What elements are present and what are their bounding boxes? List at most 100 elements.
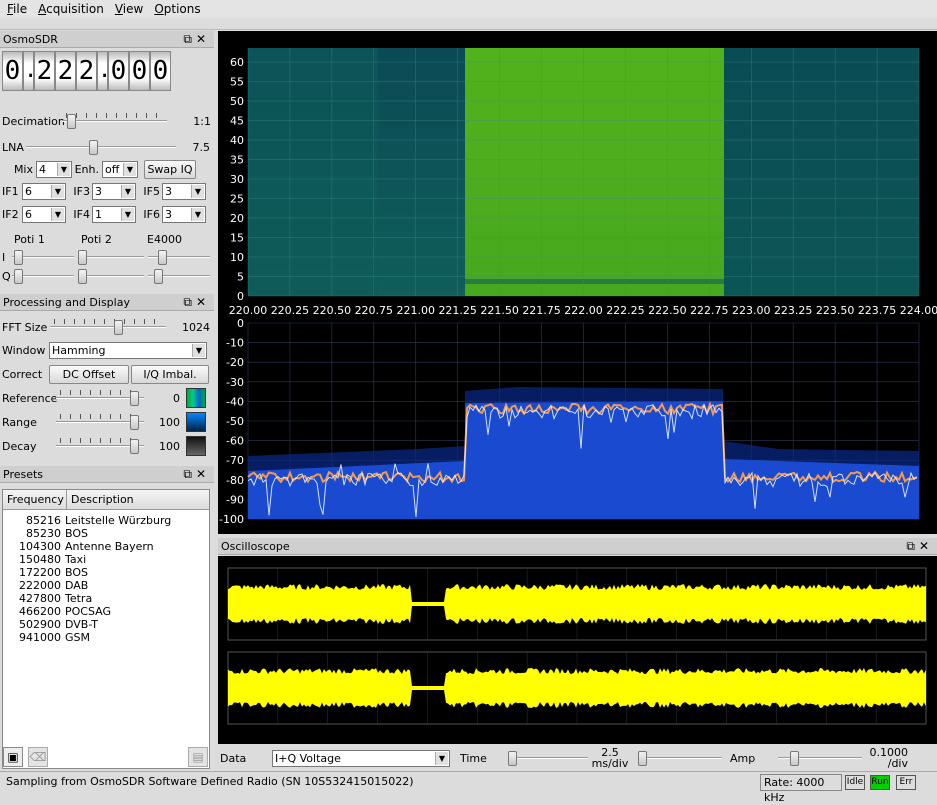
frequency-x-tick: 221.00 [397,304,436,317]
toolbar-grip[interactable] [0,18,937,30]
if1-label: IF1 [2,185,19,198]
freq-digit[interactable]: 0 [150,51,171,91]
frequency-x-tick: 224.00 [900,304,937,317]
time-slider[interactable] [508,750,588,766]
close-icon[interactable]: ✕ [196,295,210,309]
decay-row: Decay 100 [2,436,212,456]
float-icon[interactable]: ⧉ [906,539,919,553]
range-slider[interactable] [56,414,144,430]
preset-row[interactable]: 502900 DVB-T [3,618,209,631]
lna-slider[interactable] [26,139,176,155]
spectrum-display[interactable]: 605550454035302520151050 220.00 220.25 220… [218,31,937,534]
preset-row[interactable]: 150480 Taxi [3,553,209,566]
freq-dot: . [23,51,37,91]
enh-select[interactable]: off ▼ [102,161,138,178]
waterfall-y-tick: 55 [230,76,244,89]
decimation-slider[interactable] [62,113,167,129]
spectrum-style-icon[interactable] [186,412,206,432]
preset-row[interactable]: 427800 Tetra [3,592,209,605]
poti1-i-slider[interactable] [12,249,74,265]
if3-select[interactable]: 3 ▼ [92,183,136,200]
frequency-x-tick: 220.75 [355,304,394,317]
menu-view[interactable]: View [110,2,149,16]
menu-file[interactable]: File [2,2,33,16]
menu-bar: File Acquisition View Options [0,0,937,18]
dc-offset-button[interactable]: DC Offset [49,365,129,384]
spectrum-area[interactable]: 60 55 50 45 40 35 30 25 20 15 10 5 0 220.00 220.25 220… [218,31,937,534]
close-icon[interactable]: ✕ [919,539,933,553]
preset-description: BOS [65,527,88,540]
poti2-q-slider[interactable] [78,268,144,284]
close-icon[interactable]: ✕ [196,467,210,481]
column-description[interactable]: Description [67,490,209,509]
if4-select[interactable]: 1 ▼ [92,206,136,223]
if5-select[interactable]: 3 ▼ [162,183,206,200]
correct-row: Correct DC Offset I/Q Imbal. [2,365,212,384]
menu-acquisition[interactable]: Acquisition [33,2,110,16]
left-dock-column: OsmoSDR ⧉✕ 0 . 2 2 2 . 0 0 0 Decimation … [0,31,214,771]
time-offset-slider[interactable] [638,750,722,766]
preset-frequency: 150480 [19,553,61,566]
if2-select[interactable]: 6 ▼ [22,206,66,223]
menu-options[interactable]: Options [149,2,206,16]
preset-row[interactable]: 172200 BOS [3,566,209,579]
freq-digit[interactable]: 2 [76,51,97,91]
freq-digit[interactable]: 2 [55,51,76,91]
save-icon[interactable]: ▣ [3,747,23,767]
status-bar: Sampling from OsmoSDR Software Defined R… [0,771,937,804]
freq-digit[interactable]: 2 [34,51,55,91]
float-icon[interactable]: ⧉ [183,467,196,481]
window-select[interactable]: Hamming ▼ [49,342,207,359]
column-frequency[interactable]: Frequency [3,490,67,509]
mix-select[interactable]: 4 ▼ [36,161,72,178]
preset-frequency: 427800 [19,592,61,605]
poti1-q-slider[interactable] [12,268,74,284]
waterfall-signal-band [465,48,724,296]
preset-row[interactable]: 85216 Leitstelle Würzburg [3,514,209,527]
edit-icon[interactable]: ▤ [188,747,208,767]
preset-row[interactable]: 222000 DAB [3,579,209,592]
range-label: Range [2,415,37,429]
data-select[interactable]: I+Q Voltage ▼ [272,749,450,767]
preset-description: Leitstelle Würzburg [65,514,172,527]
if6-select[interactable]: 3 ▼ [162,206,206,223]
iq-imbalance-button[interactable]: I/Q Imbal. [131,365,209,384]
preset-frequency: 222000 [19,579,61,592]
e4000-q-slider[interactable] [148,268,210,284]
float-icon[interactable]: ⧉ [183,295,196,309]
delete-icon[interactable]: ⌫ [28,747,48,767]
swap-iq-button[interactable]: Swap IQ [144,160,196,179]
fft-size-value: 1024 [182,320,210,334]
freq-digit[interactable]: 0 [2,51,23,91]
fft-size-slider[interactable] [50,319,166,335]
preset-row[interactable]: 466200 POCSAG [3,605,209,618]
frequency-x-tick: 220.25 [271,304,310,317]
frequency-x-tick: 223.75 [858,304,897,317]
if1-select[interactable]: 6 ▼ [22,183,66,200]
float-icon[interactable]: ⧉ [183,32,196,46]
decimation-value: 1:1 [193,114,211,128]
oscilloscope-display[interactable] [218,556,937,744]
colormap-icon[interactable] [186,388,206,408]
close-icon[interactable]: ✕ [196,32,210,46]
waterfall-y-tick: 5 [237,271,244,284]
idle-indicator: Idle [845,775,865,790]
preset-frequency: 502900 [19,618,61,631]
amp-slider[interactable] [778,750,862,766]
freq-digit[interactable]: 0 [129,51,150,91]
preset-row[interactable]: 85230 BOS [3,527,209,540]
decay-slider[interactable] [56,438,144,454]
freq-digit[interactable]: 0 [108,51,129,91]
amp-label: Amp [730,751,756,765]
trace-style-icon[interactable] [186,436,206,456]
e4000-i-slider[interactable] [148,249,210,265]
poti2-i-slider[interactable] [78,249,144,265]
spectrum-y-tick: -70 [226,454,244,467]
osmosdr-dock-title: OsmoSDR [3,33,58,46]
reference-slider[interactable] [56,390,144,406]
preset-row[interactable]: 941000 GSM [3,631,209,644]
presets-header: Frequency Description [3,490,209,510]
preset-row[interactable]: 104300 Antenne Bayern [3,540,209,553]
processing-dock-header: Processing and Display ⧉✕ [0,294,214,311]
amp-readout: 0.1000/div [869,746,909,770]
